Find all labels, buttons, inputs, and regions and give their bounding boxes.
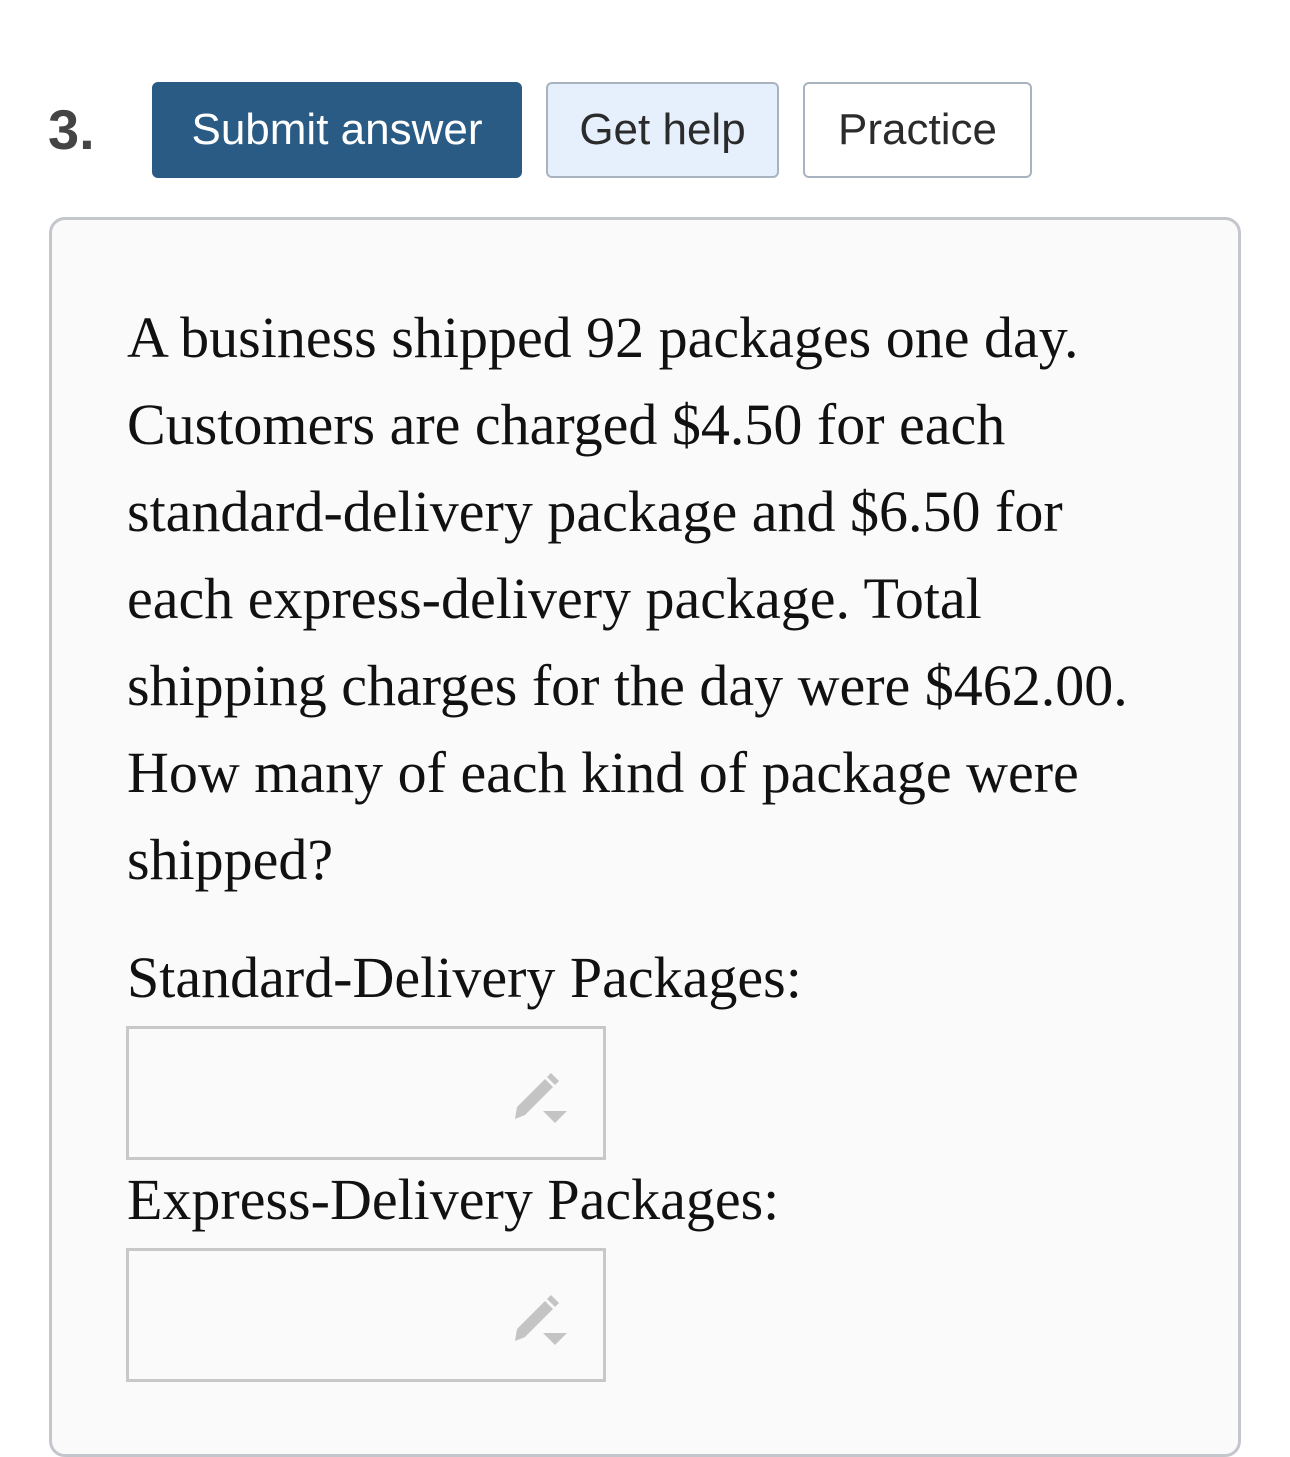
standard-delivery-input[interactable] bbox=[126, 1026, 606, 1160]
question-text: A business shipped 92 packages one day. … bbox=[127, 305, 1128, 892]
express-delivery-input[interactable] bbox=[126, 1248, 606, 1382]
submit-answer-button[interactable]: Submit answer bbox=[152, 82, 522, 178]
practice-button[interactable]: Practice bbox=[803, 82, 1032, 178]
express-delivery-label: Express-Delivery Packages: bbox=[127, 1167, 780, 1232]
get-help-button[interactable]: Get help bbox=[546, 82, 779, 178]
pencil-dropdown-icon[interactable] bbox=[507, 1069, 573, 1129]
question-number: 3. bbox=[48, 98, 95, 161]
standard-delivery-label: Standard-Delivery Packages: bbox=[127, 945, 802, 1010]
question-panel: A business shipped 92 packages one day. … bbox=[49, 217, 1241, 1457]
pencil-dropdown-icon[interactable] bbox=[507, 1291, 573, 1351]
